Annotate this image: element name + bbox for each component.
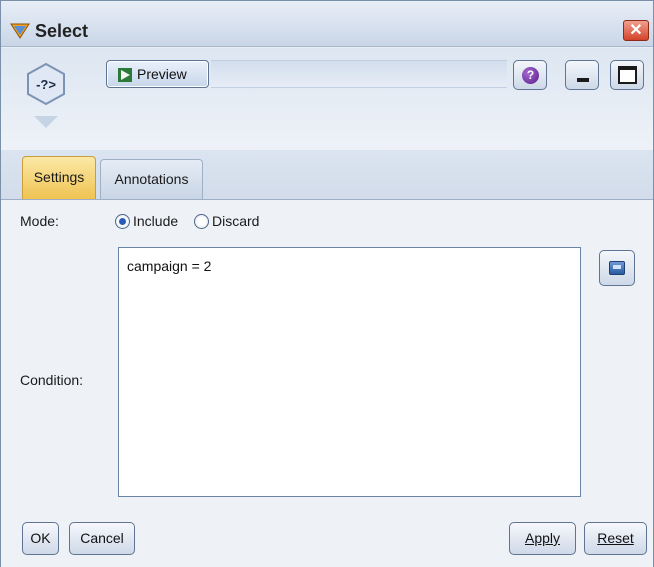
- close-icon: ✕: [629, 22, 643, 39]
- node-header: -?> Preview ?: [1, 48, 653, 150]
- help-icon: ?: [522, 67, 539, 84]
- tab-annotations[interactable]: Annotations: [100, 159, 203, 199]
- apply-button[interactable]: Apply: [509, 522, 576, 555]
- discard-radio[interactable]: [194, 214, 209, 229]
- mode-label: Mode:: [20, 213, 59, 229]
- toolbar-strip: [211, 60, 507, 88]
- minimize-icon: [577, 78, 589, 82]
- discard-radio-label[interactable]: Discard: [212, 213, 259, 229]
- preview-button[interactable]: Preview: [106, 60, 209, 88]
- calculator-icon: [609, 261, 625, 275]
- close-button[interactable]: ✕: [623, 20, 649, 41]
- minimize-button[interactable]: [565, 60, 599, 90]
- help-button[interactable]: ?: [513, 60, 547, 90]
- preview-icon: [118, 68, 132, 82]
- condition-label: Condition:: [20, 372, 84, 388]
- ok-button[interactable]: OK: [22, 522, 59, 555]
- reset-button-label: Reset: [597, 530, 634, 546]
- maximize-icon: [618, 66, 637, 84]
- condition-textarea[interactable]: campaign = 2: [118, 247, 581, 497]
- select-node-icon: -?>: [27, 62, 65, 128]
- maximize-button[interactable]: [610, 60, 644, 90]
- app-icon: [10, 23, 30, 39]
- node-icon-text: -?>: [36, 77, 56, 92]
- reset-button[interactable]: Reset: [584, 522, 647, 555]
- expression-builder-button[interactable]: [599, 250, 635, 286]
- window-title: Select: [35, 21, 89, 41]
- include-radio-label[interactable]: Include: [133, 213, 178, 229]
- button-bar: OK Cancel Apply Reset: [1, 522, 653, 567]
- apply-button-label: Apply: [524, 530, 561, 546]
- tab-settings[interactable]: Settings: [22, 156, 96, 199]
- settings-panel: Mode: Include Discard campaign = 2 Condi…: [1, 200, 653, 522]
- include-radio[interactable]: [115, 214, 130, 229]
- preview-label: Preview: [137, 66, 187, 82]
- cancel-button[interactable]: Cancel: [69, 522, 135, 555]
- title-bar[interactable]: Select ✕: [1, 1, 653, 47]
- select-dialog: Select ✕ -?> Preview ? Settings Annotati…: [0, 0, 654, 567]
- tab-bar: Settings Annotations: [1, 150, 653, 200]
